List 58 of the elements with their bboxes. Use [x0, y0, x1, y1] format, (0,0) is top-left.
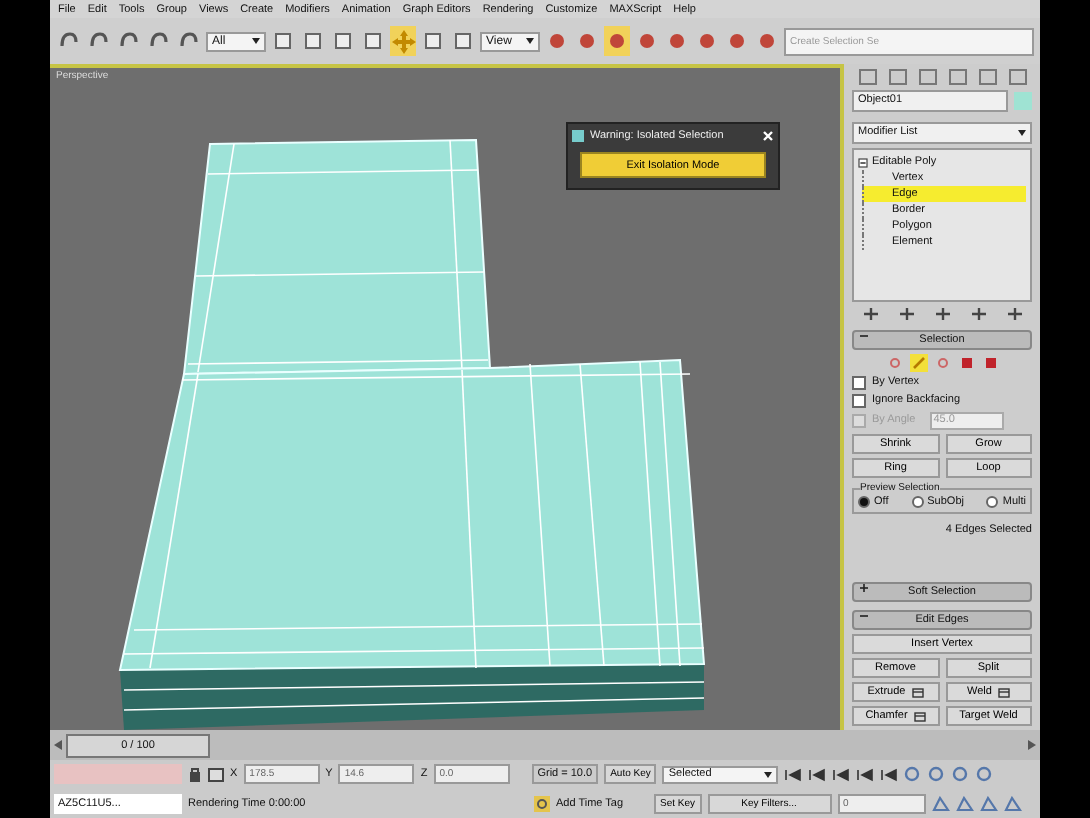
tool-icon [178, 30, 200, 52]
transform-mode-icon[interactable] [208, 767, 224, 782]
listener-field[interactable] [54, 764, 182, 785]
toolbar-button[interactable] [390, 26, 416, 56]
lock-icon[interactable] [188, 766, 202, 783]
tool-icon [756, 30, 778, 52]
subobject-level-button[interactable] [885, 353, 903, 372]
playback-icon[interactable] [856, 767, 875, 782]
tool-icon [576, 30, 598, 52]
tool-icon [302, 30, 324, 52]
tool-icon [148, 30, 170, 52]
tool-icon [636, 30, 658, 52]
tool-icon [666, 30, 688, 52]
stack-tool-icon[interactable] [861, 305, 879, 322]
stack-tool-icon[interactable] [1005, 305, 1023, 322]
close-icon[interactable] [762, 130, 774, 142]
toolbar-button[interactable] [604, 26, 630, 56]
settings-icon[interactable] [911, 687, 924, 697]
next-icon[interactable] [1028, 740, 1036, 750]
subobject-level-button[interactable] [909, 353, 927, 372]
subobject-level-button[interactable] [957, 353, 975, 372]
tool-icon [696, 30, 718, 52]
subobject-level-button[interactable] [933, 353, 951, 372]
tool-icon [422, 30, 444, 52]
move-icon [391, 29, 415, 53]
caret-icon [252, 38, 260, 44]
tool-icon [362, 30, 384, 52]
expander-icon[interactable] [858, 157, 868, 167]
tool-icon [332, 30, 354, 52]
settings-icon[interactable] [997, 687, 1010, 697]
checkbox[interactable] [852, 393, 866, 408]
checkbox[interactable] [852, 375, 866, 390]
settings-icon[interactable] [913, 711, 926, 721]
key-icon[interactable] [534, 795, 550, 812]
app-icon [572, 130, 584, 142]
stack-tool-icon[interactable] [969, 305, 987, 322]
stack-tool-icon[interactable] [897, 305, 915, 322]
minus-icon [860, 612, 868, 620]
caret-icon [764, 771, 773, 778]
plus-icon [860, 584, 868, 592]
caret-icon [1018, 130, 1026, 136]
playback-icon[interactable] [784, 767, 803, 782]
tool-icon [452, 30, 474, 52]
subobject-level-button[interactable] [981, 353, 999, 372]
tool-icon [546, 30, 568, 52]
tool-icon [118, 30, 140, 52]
tool-icon [726, 30, 748, 52]
previous-icon[interactable] [54, 740, 62, 750]
tool-icon [272, 30, 294, 52]
object-color-swatch[interactable] [1014, 92, 1032, 110]
playback-icon[interactable] [880, 767, 899, 782]
tool-icon [606, 30, 628, 52]
caret-icon [526, 38, 534, 44]
playback-icon[interactable] [808, 767, 827, 782]
playback-icon[interactable] [832, 767, 851, 782]
tool-icon [58, 30, 80, 52]
tool-icon [88, 30, 110, 52]
stack-tool-icon[interactable] [933, 305, 951, 322]
